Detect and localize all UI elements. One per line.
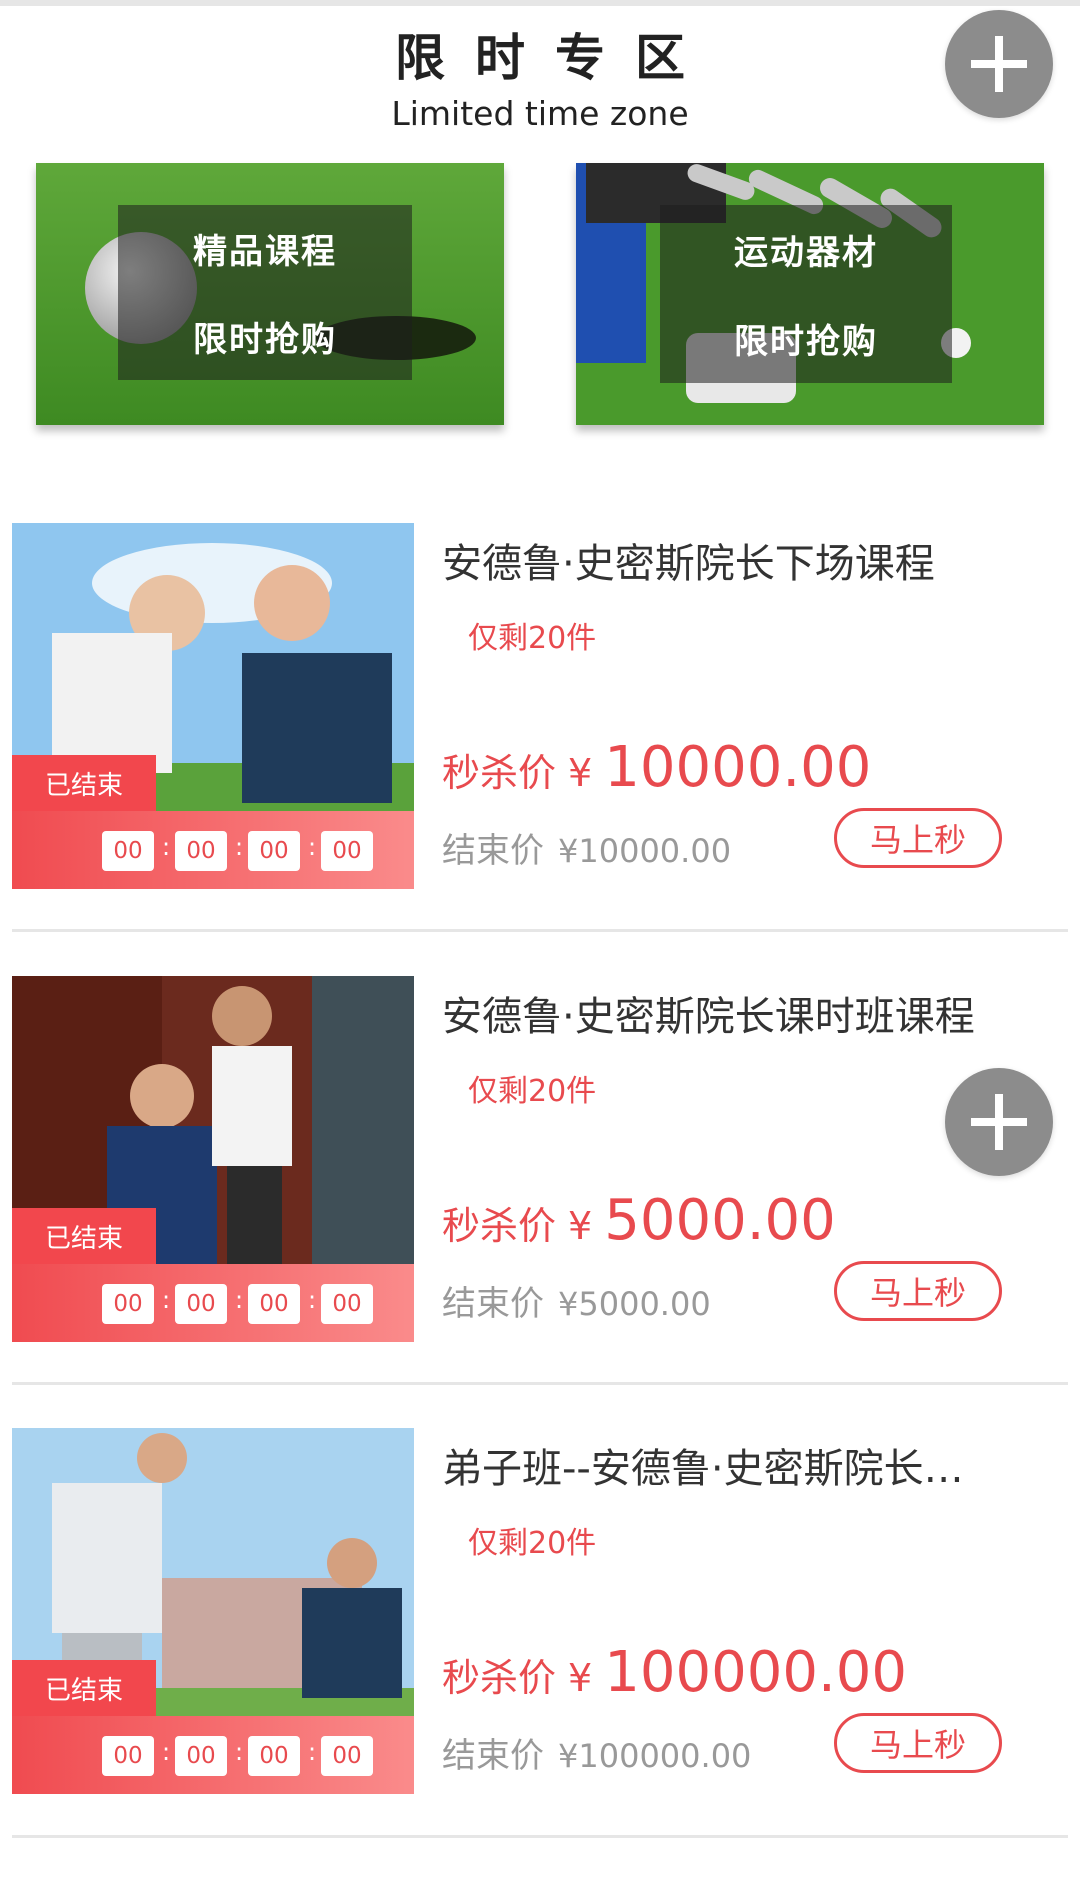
product-card[interactable]: 已结束 00 : 00 : 00 : 00 安德鲁·史密斯院长下场课程 仅剩20… (0, 523, 1080, 976)
timer-days: 00 (102, 1284, 154, 1324)
timer-separator: : (308, 1738, 317, 1766)
timer-days: 00 (102, 831, 154, 871)
stock-remaining: 仅剩20件 (468, 621, 597, 656)
product-image[interactable]: 已结束 00 : 00 : 00 : 00 (12, 976, 414, 1342)
flash-price-row: 秒杀价 ¥10000.00 (442, 735, 871, 800)
currency-symbol: ¥ (568, 751, 593, 795)
flash-price-value: 10000.00 (604, 735, 872, 800)
end-price-row: 结束价 ¥5000.00 (442, 1276, 711, 1325)
page-title: 限时专区 (395, 29, 715, 87)
flash-price-row: 秒杀价 ¥100000.00 (442, 1640, 907, 1705)
product-name[interactable]: 安德鲁·史密斯院长下场课程 (442, 531, 1002, 589)
timer-days: 00 (102, 1736, 154, 1776)
countdown-timer: 00 : 00 : 00 : 00 (12, 811, 414, 889)
flash-price-label: 秒杀价 (442, 1204, 557, 1248)
timer-separator: : (235, 1738, 244, 1766)
timer-separator: : (162, 833, 171, 861)
product-name[interactable]: 弟子班--安德鲁·史密斯院长课程 (442, 1436, 1002, 1494)
timer-hours: 00 (175, 1736, 227, 1776)
banner-sports-equipment[interactable]: 运动器材 限时抢购 (576, 163, 1044, 425)
banner-line1: 精品课程 (193, 232, 337, 273)
end-price-value: ¥10000.00 (558, 832, 732, 870)
timer-separator: : (308, 833, 317, 861)
card-divider (12, 1382, 1068, 1385)
stock-remaining: 仅剩20件 (468, 1074, 597, 1109)
banner-line1: 运动器材 (734, 233, 878, 273)
product-card[interactable]: 已结束 00 : 00 : 00 : 00 弟子班--安德鲁·史密斯院长课程 仅… (0, 1428, 1080, 1881)
timer-separator: : (235, 833, 244, 861)
end-price-label: 结束价 (442, 1736, 544, 1776)
page-subtitle: Limited time zone (391, 94, 689, 133)
plus-icon (971, 1094, 1027, 1150)
timer-hours: 00 (175, 831, 227, 871)
timer-hours: 00 (175, 1284, 227, 1324)
plus-icon (971, 36, 1027, 92)
banner-overlay: 运动器材 限时抢购 (660, 205, 952, 383)
timer-seconds: 00 (321, 1284, 373, 1324)
timer-minutes: 00 (248, 1284, 300, 1324)
end-price-value: ¥100000.00 (558, 1737, 752, 1775)
end-price-row: 结束价 ¥100000.00 (442, 1728, 751, 1777)
buy-now-button[interactable]: 马上秒 (834, 808, 1002, 868)
flash-price-value: 5000.00 (604, 1188, 836, 1253)
top-divider (0, 0, 1080, 6)
buy-now-button[interactable]: 马上秒 (834, 1261, 1002, 1321)
flash-price-label: 秒杀价 (442, 751, 557, 795)
timer-minutes: 00 (248, 831, 300, 871)
timer-seconds: 00 (321, 1736, 373, 1776)
ended-tag: 已结束 (12, 1660, 156, 1716)
flash-price-value: 100000.00 (604, 1640, 908, 1705)
banner-premium-courses[interactable]: 精品课程 限时抢购 (36, 163, 504, 425)
flash-price-label: 秒杀价 (442, 1656, 557, 1700)
flash-price-row: 秒杀价 ¥5000.00 (442, 1188, 836, 1253)
product-image[interactable]: 已结束 00 : 00 : 00 : 00 (12, 523, 414, 889)
floating-add-button[interactable] (945, 1068, 1053, 1176)
timer-separator: : (308, 1286, 317, 1314)
card-divider (12, 1835, 1068, 1838)
countdown-timer: 00 : 00 : 00 : 00 (12, 1716, 414, 1794)
ended-tag: 已结束 (12, 755, 156, 811)
timer-minutes: 00 (248, 1736, 300, 1776)
product-image[interactable]: 已结束 00 : 00 : 00 : 00 (12, 1428, 414, 1794)
timer-separator: : (235, 1286, 244, 1314)
ended-tag: 已结束 (12, 1208, 156, 1264)
timer-separator: : (162, 1286, 171, 1314)
end-price-label: 结束价 (442, 831, 544, 871)
end-price-row: 结束价 ¥10000.00 (442, 823, 731, 872)
end-price-value: ¥5000.00 (558, 1285, 711, 1323)
countdown-timer: 00 : 00 : 00 : 00 (12, 1264, 414, 1342)
end-price-label: 结束价 (442, 1284, 544, 1324)
banner-line2: 限时抢购 (193, 319, 337, 360)
banner-overlay: 精品课程 限时抢购 (118, 205, 412, 380)
product-card[interactable]: 已结束 00 : 00 : 00 : 00 安德鲁·史密斯院长课时班课程 仅剩2… (0, 976, 1080, 1429)
stock-remaining: 仅剩20件 (468, 1526, 597, 1561)
currency-symbol: ¥ (568, 1656, 593, 1700)
product-name[interactable]: 安德鲁·史密斯院长课时班课程 (442, 984, 1002, 1042)
banner-line2: 限时抢购 (734, 322, 878, 362)
timer-seconds: 00 (321, 831, 373, 871)
page-header: 限时专区 Limited time zone (0, 18, 1080, 133)
timer-separator: : (162, 1738, 171, 1766)
buy-now-button[interactable]: 马上秒 (834, 1713, 1002, 1773)
floating-add-button[interactable] (945, 10, 1053, 118)
card-divider (12, 929, 1068, 932)
currency-symbol: ¥ (568, 1204, 593, 1248)
